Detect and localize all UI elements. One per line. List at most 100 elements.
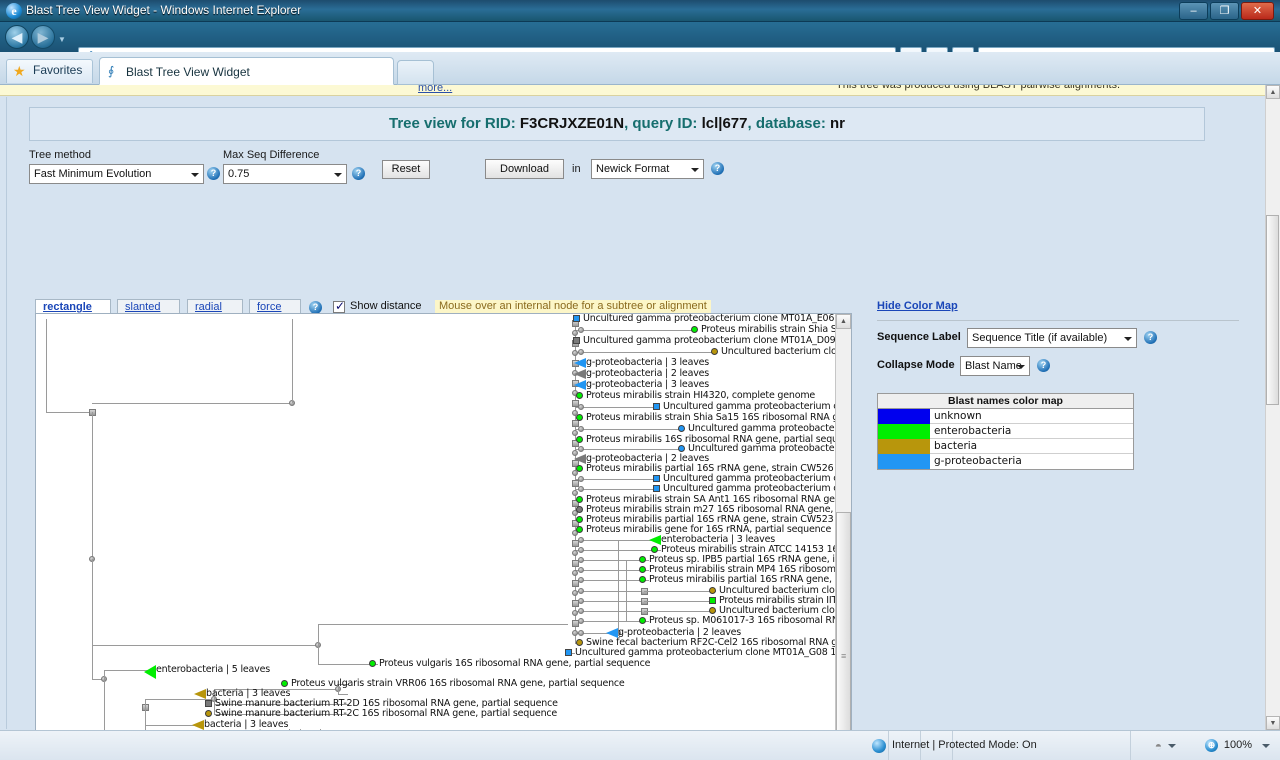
tree-internal-node[interactable] [578, 588, 584, 594]
back-button[interactable]: ◀ [5, 25, 29, 49]
tree-leaf-label[interactable]: Proteus mirabilis strain Shia Sa13 16S r… [701, 324, 836, 335]
new-tab-button[interactable] [397, 60, 434, 85]
tree-canvas-container[interactable]: Uncultured gamma proteobacterium clone M… [35, 313, 852, 730]
tree-internal-node[interactable] [572, 570, 578, 576]
tree-vertical-scrollbar[interactable]: ▲ ≡ ▼ [835, 314, 851, 730]
tree-leaf-label[interactable]: Swine manure bacterium RT-2C 16S ribosom… [215, 708, 557, 719]
tree-internal-node[interactable] [572, 620, 579, 627]
leaf-marker-icon[interactable] [709, 607, 716, 614]
collapsed-clade-icon[interactable] [574, 358, 586, 368]
tree-vscroll-thumb[interactable]: ≡ [836, 512, 851, 730]
tree-leaf-label[interactable]: enterobacteria | 5 leaves [156, 664, 270, 675]
tree-internal-node[interactable] [572, 490, 578, 496]
max-seq-chevron-down-icon[interactable] [334, 173, 342, 177]
leaf-marker-icon[interactable] [576, 526, 583, 533]
tree-leaf-label[interactable]: Proteus vulgaris strain VRR06 16S riboso… [291, 678, 625, 689]
forward-button[interactable]: ▶ [31, 25, 55, 49]
tree-internal-node[interactable] [572, 550, 578, 556]
collapsed-clade-icon[interactable] [144, 665, 156, 679]
leaf-marker-square-icon[interactable] [573, 315, 580, 322]
collapsed-clade-icon[interactable] [574, 369, 586, 379]
leaf-marker-icon[interactable] [711, 348, 718, 355]
collapse-mode-select[interactable]: Blast Name [960, 356, 1030, 376]
leaf-marker-square-icon[interactable] [573, 337, 580, 344]
tree-method-select[interactable]: Fast Minimum Evolution [29, 164, 204, 184]
tree-leaf-label[interactable]: Uncultured gamma proteobacterium clone M… [688, 423, 836, 434]
leaf-marker-icon[interactable] [691, 326, 698, 333]
leaf-marker-icon[interactable] [576, 639, 583, 646]
tree-internal-node[interactable] [572, 590, 578, 596]
format-chevron-down-icon[interactable] [691, 168, 699, 172]
change-zoom-icon[interactable]: ◓ [1155, 739, 1162, 753]
tree-canvas[interactable]: Uncultured gamma proteobacterium clone M… [36, 314, 836, 730]
notice-more-link[interactable]: more... [418, 85, 452, 94]
tree-leaf-label[interactable]: Uncultured bacterium clone aaa51a03 16S … [721, 346, 836, 357]
collapsed-clade-icon[interactable] [574, 380, 586, 390]
fit-chevron-down-icon[interactable] [1168, 744, 1176, 748]
tree-internal-node[interactable] [572, 540, 579, 547]
leaf-marker-icon[interactable] [678, 445, 685, 452]
tree-leaf-label[interactable]: Uncultured gamma proteobacterium clone M… [663, 401, 836, 412]
page-vscroll-thumb[interactable] [1266, 215, 1279, 405]
sequence-label-chevron-down-icon[interactable] [1124, 337, 1132, 341]
browser-tab[interactable]: ∮ Blast Tree View Widget [99, 57, 394, 85]
leaf-marker-icon[interactable] [576, 392, 583, 399]
tree-internal-node[interactable] [572, 430, 578, 436]
tree-leaf-label[interactable]: Uncultured gamma proteobacterium clone M… [663, 483, 836, 494]
leaf-marker-icon[interactable] [639, 566, 646, 573]
leaf-marker-icon[interactable] [639, 576, 646, 583]
leaf-marker-icon[interactable] [576, 436, 583, 443]
zoom-chevron-down-icon[interactable] [1262, 744, 1270, 748]
tree-leaf-label[interactable]: Uncultured gamma proteobacterium clone M… [583, 335, 836, 346]
leaf-marker-square-icon[interactable] [709, 597, 716, 604]
recent-pages-chevron-icon[interactable]: ▼ [58, 35, 66, 44]
tree-leaf-label[interactable]: g-proteobacteria | 3 leaves [586, 379, 709, 390]
tree-leaf-label[interactable]: Proteus mirabilis strain HI4320, complet… [586, 390, 815, 401]
tree-method-chevron-down-icon[interactable] [191, 173, 199, 177]
tree-leaf-label[interactable]: Proteus mirabilis strain Shia Sa15 16S r… [586, 412, 836, 423]
leaf-marker-icon[interactable] [678, 425, 685, 432]
tree-leaf-label[interactable]: Proteus sp. M061017-3 16S ribosomal RNA … [649, 615, 836, 626]
collapsed-clade-icon[interactable] [194, 689, 206, 699]
tree-internal-node[interactable] [572, 400, 579, 407]
tree-internal-node[interactable] [572, 610, 578, 616]
page-vertical-scrollbar[interactable]: ▲ ▼ [1265, 85, 1280, 730]
reset-button[interactable]: Reset [382, 160, 430, 179]
collapsed-clade-icon[interactable] [192, 720, 204, 730]
leaf-marker-icon[interactable] [639, 556, 646, 563]
leaf-marker-square-icon[interactable] [653, 403, 660, 410]
leaf-marker-icon[interactable] [709, 587, 716, 594]
leaf-marker-icon[interactable] [576, 414, 583, 421]
leaf-marker-icon[interactable] [576, 496, 583, 503]
tree-internal-node[interactable] [572, 580, 579, 587]
tree-internal-node[interactable] [578, 547, 584, 553]
tree-leaf-label[interactable]: Uncultured gamma proteobacterium clone M… [688, 443, 836, 454]
download-button[interactable]: Download [485, 159, 564, 179]
tree-internal-node[interactable] [578, 567, 584, 573]
download-help-icon[interactable]: ? [711, 162, 724, 175]
tree-internal-node[interactable] [572, 350, 578, 356]
collapsed-clade-icon[interactable] [649, 535, 661, 545]
tree-leaf-label[interactable]: Proteus vulgaris 16S ribosomal RNA gene,… [379, 658, 650, 669]
leaf-marker-square-icon[interactable] [653, 475, 660, 482]
zoom-icon[interactable]: ⊕ [1205, 739, 1218, 752]
hide-color-map-link[interactable]: Hide Color Map [877, 300, 958, 312]
tree-internal-node[interactable] [578, 608, 584, 614]
favorites-button[interactable]: ★ Favorites [6, 59, 94, 83]
leaf-marker-icon[interactable] [576, 506, 583, 513]
max-seq-help-icon[interactable]: ? [352, 167, 365, 180]
tree-leaf-label[interactable]: Proteus mirabilis partial 16S rRNA gene,… [649, 574, 836, 585]
leaf-marker-icon[interactable] [205, 710, 212, 717]
tree-internal-node[interactable] [572, 420, 579, 427]
scroll-up-arrow-icon[interactable]: ▲ [836, 314, 851, 329]
leaf-marker-square-icon[interactable] [653, 485, 660, 492]
maximize-button[interactable]: ❐ [1210, 2, 1239, 20]
tree-internal-node[interactable] [578, 630, 584, 636]
sequence-label-select[interactable]: Sequence Title (if available) [967, 328, 1137, 348]
minimize-button[interactable]: – [1179, 2, 1208, 20]
show-distance-checkbox[interactable] [333, 299, 345, 313]
tree-leaf-label[interactable]: Uncultured gamma proteobacterium clone M… [583, 314, 836, 324]
page-scroll-up-arrow-icon[interactable]: ▲ [1266, 85, 1280, 99]
tree-method-help-icon[interactable]: ? [207, 167, 220, 180]
tree-internal-node[interactable] [572, 480, 579, 487]
